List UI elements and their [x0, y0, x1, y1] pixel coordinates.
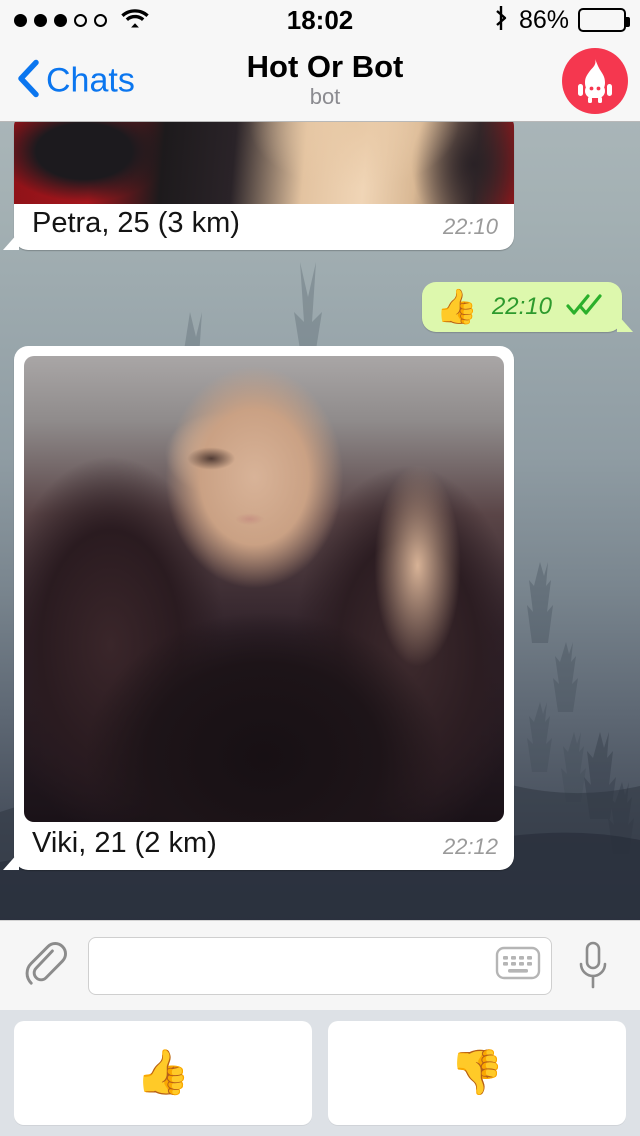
microphone-icon — [579, 941, 607, 988]
message-list: Petra, 25 (3 km) 22:10 👍 22:10 Viki, 21 … — [0, 122, 640, 920]
profile-name-label: Petra, 25 (3 km) — [32, 207, 240, 239]
avatar[interactable] — [562, 47, 628, 114]
navigation-bar: Chats Hot Or Bot bot — [0, 40, 640, 122]
quick-reply-bar: 👍 👎 — [0, 1010, 640, 1136]
message-meta: Petra, 25 (3 km) 22:10 — [14, 204, 514, 250]
message-input-field[interactable] — [88, 936, 552, 995]
paperclip-icon — [25, 941, 67, 985]
flame-bot-avatar-icon — [578, 58, 612, 103]
thumbs-up-emoji: 👍 — [435, 288, 478, 326]
status-bar: 18:02 86% — [0, 0, 640, 40]
status-bar-clock: 18:02 — [286, 5, 354, 35]
message-bubble-incoming[interactable]: Viki, 21 (2 km) 22:12 — [3, 346, 514, 870]
message-timestamp: 22:10 — [442, 213, 498, 239]
message-meta: Viki, 21 (2 km) 22:12 — [24, 822, 504, 870]
message-bubble-outgoing[interactable]: 👍 22:10 — [421, 282, 634, 332]
back-button[interactable]: Chats — [16, 58, 135, 103]
message-input-bar — [0, 920, 640, 1010]
keyboard-icon[interactable] — [495, 945, 541, 986]
message-timestamp: 22:10 — [491, 293, 552, 320]
chevron-left-icon — [16, 58, 40, 103]
profile-name-label: Viki, 21 (2 km) — [32, 827, 217, 859]
voice-record-button[interactable] — [562, 940, 624, 992]
thumbs-down-emoji: 👎 — [449, 1048, 505, 1097]
battery-icon — [578, 8, 630, 32]
page-title: Hot Or Bot — [246, 48, 404, 84]
double-check-icon — [566, 293, 606, 322]
profile-photo-viki[interactable] — [24, 356, 504, 822]
thumbs-up-button[interactable]: 👍 — [14, 1021, 312, 1125]
attach-button[interactable] — [16, 941, 78, 991]
nav-title-group: Hot Or Bot bot — [120, 50, 530, 110]
page-subtitle: bot — [309, 84, 341, 110]
message-timestamp: 22:12 — [442, 833, 498, 859]
message-bubble-incoming[interactable]: Petra, 25 (3 km) 22:10 — [3, 122, 514, 250]
thumbs-down-button[interactable]: 👎 — [328, 1021, 626, 1125]
chat-scroll-area[interactable]: Petra, 25 (3 km) 22:10 👍 22:10 Viki, 21 … — [0, 122, 640, 920]
thumbs-up-emoji: 👍 — [135, 1048, 191, 1097]
phone-screen: 18:02 86% Chats Hot Or Bot bot Petra, 25… — [0, 0, 640, 1136]
profile-photo-petra[interactable] — [14, 122, 514, 204]
